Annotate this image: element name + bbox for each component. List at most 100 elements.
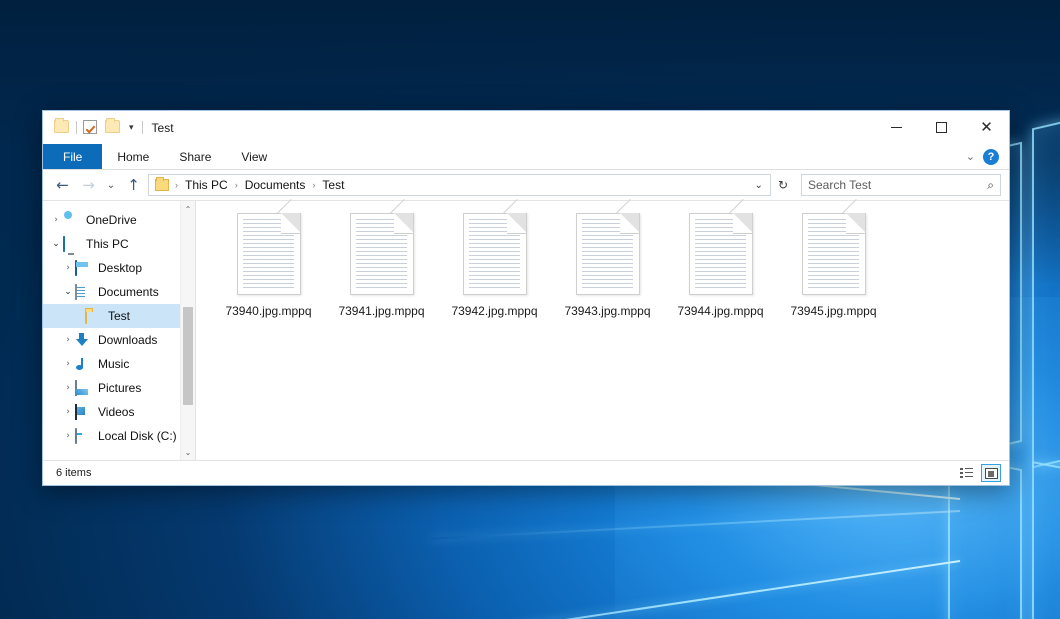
folder-icon [85, 309, 102, 324]
address-bar-tools: ⌄ [752, 180, 766, 191]
sidebar-item-downloads[interactable]: › Downloads [43, 328, 195, 352]
sidebar-item-onedrive[interactable]: › OneDrive [43, 208, 195, 232]
list-item[interactable]: 73942.jpg.mppq [438, 211, 551, 318]
file-explorer-window: ▾ Test ✕ File Home Share View ⌄ ? ← → ⌄ … [42, 110, 1010, 486]
details-view-button[interactable] [956, 464, 976, 482]
desktop-icon [75, 261, 92, 276]
view-switch-buttons [956, 464, 1001, 482]
sidebar-item-test[interactable]: Test [43, 304, 195, 328]
breadcrumb-this-pc[interactable]: This PC [182, 178, 231, 192]
recent-locations-icon[interactable]: ⌄ [103, 174, 119, 196]
sidebar-item-music[interactable]: › Music [43, 352, 195, 376]
refresh-icon[interactable]: ↻ [774, 178, 792, 192]
file-name-label: 73943.jpg.mppq [564, 304, 650, 318]
chevron-down-icon[interactable]: ▾ [127, 123, 136, 132]
scrollbar-thumb[interactable] [183, 307, 193, 405]
tab-home[interactable]: Home [102, 144, 164, 169]
scroll-down-icon[interactable]: ⌄ [181, 444, 195, 460]
scroll-up-icon[interactable]: ⌃ [181, 201, 195, 217]
windows-logo-pane-bottom-right [1032, 461, 1060, 619]
pictures-icon [75, 381, 92, 396]
chevron-right-icon[interactable]: › [61, 263, 75, 273]
chevron-down-icon[interactable]: ⌄ [49, 239, 63, 249]
sidebar-item-label: Music [98, 357, 129, 371]
maximize-button[interactable] [919, 111, 964, 144]
list-item[interactable]: 73940.jpg.mppq [212, 211, 325, 318]
chevron-right-icon[interactable]: › [61, 383, 75, 393]
breadcrumb-separator: › [174, 180, 179, 190]
list-item[interactable]: 73943.jpg.mppq [551, 211, 664, 318]
sidebar-item-videos[interactable]: › Videos [43, 400, 195, 424]
breadcrumb-test[interactable]: Test [319, 178, 347, 192]
generic-document-icon [237, 213, 301, 295]
back-button[interactable]: ← [51, 174, 74, 196]
generic-document-icon [689, 213, 753, 295]
sidebar-item-local-disk[interactable]: › Local Disk (C:) [43, 424, 195, 448]
toolbar-divider [142, 121, 143, 134]
up-button[interactable]: ↑ [122, 174, 145, 196]
chevron-right-icon[interactable]: › [61, 335, 75, 345]
sidebar-item-label: Test [108, 309, 130, 323]
search-placeholder: Search Test [808, 178, 987, 192]
sidebar-item-this-pc[interactable]: ⌄ This PC [43, 232, 195, 256]
minimize-button[interactable] [874, 111, 919, 144]
navigation-pane: › OneDrive ⌄ This PC › Desktop ⌄ Documen… [43, 201, 195, 460]
tab-file[interactable]: File [43, 144, 102, 169]
list-item[interactable]: 73945.jpg.mppq [777, 211, 890, 318]
chevron-right-icon[interactable]: › [61, 431, 75, 441]
chevron-right-icon[interactable]: › [61, 359, 75, 369]
generic-document-icon [802, 213, 866, 295]
file-name-label: 73945.jpg.mppq [790, 304, 876, 318]
sidebar-item-label: Pictures [98, 381, 141, 395]
sidebar-item-label: Local Disk (C:) [98, 429, 177, 443]
music-icon [75, 357, 92, 372]
generic-document-icon [576, 213, 640, 295]
list-item[interactable]: 73941.jpg.mppq [325, 211, 438, 318]
tab-view[interactable]: View [226, 144, 282, 169]
breadcrumb-separator: › [311, 180, 316, 190]
generic-document-icon [463, 213, 527, 295]
window-controls: ✕ [874, 111, 1009, 144]
sidebar-item-label: Desktop [98, 261, 142, 275]
chevron-down-icon[interactable]: ⌄ [61, 287, 75, 297]
file-list-view[interactable]: 73940.jpg.mppq 73941.jpg.mppq [196, 201, 1009, 460]
disk-icon [75, 429, 92, 444]
tab-share[interactable]: Share [164, 144, 226, 169]
folder-icon [155, 179, 169, 191]
folder-icon[interactable] [54, 120, 70, 136]
navigation-scrollbar[interactable]: ⌃ ⌄ [180, 201, 195, 460]
forward-button: → [77, 174, 100, 196]
chevron-down-icon[interactable]: ⌄ [752, 180, 766, 191]
address-bar: ← → ⌄ ↑ › This PC › Documents › Test ⌄ ↻… [43, 170, 1009, 200]
this-pc-icon [63, 237, 80, 252]
generic-document-icon [350, 213, 414, 295]
sidebar-item-pictures[interactable]: › Pictures [43, 376, 195, 400]
search-input[interactable]: Search Test ⌕ [801, 174, 1001, 196]
large-icons-view-button[interactable] [981, 464, 1001, 482]
toolbar-divider [76, 121, 77, 134]
breadcrumb[interactable]: › This PC › Documents › Test ⌄ [148, 174, 771, 196]
chevron-right-icon[interactable]: › [61, 407, 75, 417]
sidebar-item-documents[interactable]: ⌄ Documents [43, 280, 195, 304]
file-name-label: 73941.jpg.mppq [338, 304, 424, 318]
properties-icon[interactable] [83, 120, 99, 136]
help-icon[interactable]: ? [983, 149, 999, 165]
quick-access-toolbar: ▾ [43, 120, 143, 136]
sidebar-item-label: Documents [98, 285, 159, 299]
sidebar-item-desktop[interactable]: › Desktop [43, 256, 195, 280]
file-name-label: 73944.jpg.mppq [677, 304, 763, 318]
chevron-right-icon[interactable]: › [49, 215, 63, 225]
breadcrumb-documents[interactable]: Documents [242, 178, 309, 192]
status-bar: 6 items [43, 460, 1009, 485]
ribbon-right-controls: ⌄ ? [966, 144, 1009, 169]
window-body: › OneDrive ⌄ This PC › Desktop ⌄ Documen… [43, 200, 1009, 460]
videos-icon [75, 405, 92, 420]
window-title: Test [152, 121, 174, 135]
list-item[interactable]: 73944.jpg.mppq [664, 211, 777, 318]
ribbon-tab-bar: File Home Share View ⌄ ? [43, 144, 1009, 170]
onedrive-icon [63, 213, 80, 228]
chevron-down-icon[interactable]: ⌄ [966, 150, 975, 163]
search-icon[interactable]: ⌕ [987, 178, 994, 193]
new-folder-icon[interactable] [105, 120, 121, 136]
close-button[interactable]: ✕ [964, 111, 1009, 144]
